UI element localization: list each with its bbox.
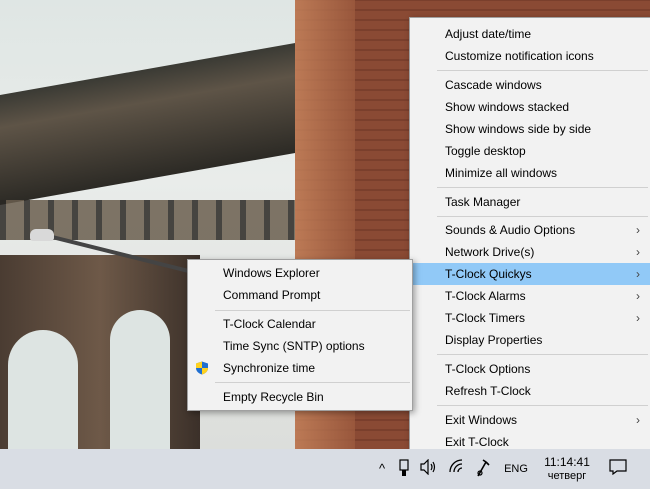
submenu-arrow-icon: › <box>636 289 640 303</box>
menu-item-label: Show windows side by side <box>445 122 592 136</box>
menu-separator <box>437 70 648 71</box>
notification-icon[interactable] <box>607 459 629 479</box>
menu-item-label: Exit Windows <box>445 413 518 427</box>
language-indicator[interactable]: ENG <box>502 459 530 479</box>
menu-item-label: Sounds & Audio Options <box>445 223 576 237</box>
menu-separator <box>437 216 648 217</box>
menu-item-t-clock-options[interactable]: T-Clock Options <box>410 358 650 380</box>
menu-item-toggle-desktop[interactable]: Toggle desktop <box>410 140 650 162</box>
submenu-item-windows-explorer[interactable]: Windows Explorer <box>188 262 412 284</box>
menu-item-t-clock-quickys[interactable]: T-Clock Quickys › <box>410 263 650 285</box>
menu-item-label: T-Clock Alarms <box>445 289 526 303</box>
taskbar: ^ ENG 11:14:41 четверг <box>0 449 650 489</box>
t-clock-quickys-submenu: Windows Explorer Command Prompt T-Clock … <box>187 259 413 411</box>
menu-item-exit-windows[interactable]: Exit Windows › <box>410 409 650 431</box>
submenu-arrow-icon: › <box>636 267 640 281</box>
menu-item-label: Refresh T-Clock <box>445 384 531 398</box>
menu-separator <box>437 354 648 355</box>
menu-item-label: Time Sync (SNTP) options <box>223 339 365 353</box>
menu-item-label: T-Clock Quickys <box>445 267 532 281</box>
menu-item-label: Synchronize time <box>223 361 316 375</box>
menu-item-t-clock-alarms[interactable]: T-Clock Alarms › <box>410 285 650 307</box>
usb-icon[interactable] <box>397 459 411 479</box>
menu-item-label: Exit T-Clock <box>445 435 509 449</box>
tclock-context-menu: Adjust date/time Customize notification … <box>409 17 650 451</box>
menu-item-network-drives[interactable]: Network Drive(s) › <box>410 241 650 263</box>
menu-item-display-properties[interactable]: Display Properties <box>410 329 650 351</box>
menu-item-customize-notification-icons[interactable]: Customize notification icons <box>410 45 650 67</box>
menu-item-label: Network Drive(s) <box>445 245 535 259</box>
submenu-item-t-clock-calendar[interactable]: T-Clock Calendar <box>188 313 412 335</box>
clock-time[interactable]: 11:14:41 <box>538 455 596 469</box>
menu-separator <box>215 382 410 383</box>
menu-item-t-clock-timers[interactable]: T-Clock Timers › <box>410 307 650 329</box>
menu-item-label: Cascade windows <box>445 78 542 92</box>
menu-separator <box>437 405 648 406</box>
t-clock-icon[interactable] <box>474 459 492 479</box>
menu-item-label: Minimize all windows <box>445 166 558 180</box>
wifi-icon[interactable] <box>448 459 464 479</box>
shield-icon <box>196 361 208 375</box>
submenu-item-time-sync-options[interactable]: Time Sync (SNTP) options <box>188 335 412 357</box>
wallpaper-arch <box>8 330 78 449</box>
menu-item-label: Task Manager <box>445 195 521 209</box>
submenu-item-empty-recycle-bin[interactable]: Empty Recycle Bin <box>188 386 412 408</box>
menu-item-label: Customize notification icons <box>445 49 594 63</box>
menu-item-cascade-windows[interactable]: Cascade windows <box>410 74 650 96</box>
menu-item-sounds-audio-options[interactable]: Sounds & Audio Options › <box>410 219 650 241</box>
menu-item-label: Display Properties <box>445 333 543 347</box>
menu-item-label: T-Clock Timers <box>445 311 526 325</box>
volume-icon[interactable] <box>420 458 438 479</box>
menu-item-label: Toggle desktop <box>445 144 526 158</box>
menu-separator <box>437 187 648 188</box>
submenu-arrow-icon: › <box>636 413 640 427</box>
submenu-arrow-icon: › <box>636 311 640 325</box>
wallpaper-street-lamp-icon <box>30 229 54 241</box>
chevron-up-icon[interactable]: ^ <box>374 459 390 479</box>
menu-item-label: Adjust date/time <box>445 27 532 41</box>
submenu-item-command-prompt[interactable]: Command Prompt <box>188 284 412 306</box>
menu-item-label: Windows Explorer <box>223 266 320 280</box>
submenu-arrow-icon: › <box>636 223 640 237</box>
menu-item-minimize-all-windows[interactable]: Minimize all windows <box>410 162 650 184</box>
menu-item-adjust-date-time[interactable]: Adjust date/time <box>410 23 650 45</box>
wallpaper-arch <box>110 310 170 449</box>
menu-item-label: T-Clock Options <box>445 362 531 376</box>
menu-item-label: Show windows stacked <box>445 100 570 114</box>
menu-item-refresh-t-clock[interactable]: Refresh T-Clock <box>410 380 650 402</box>
menu-item-show-windows-side-by-side[interactable]: Show windows side by side <box>410 118 650 140</box>
menu-separator <box>215 310 410 311</box>
submenu-arrow-icon: › <box>636 245 640 259</box>
menu-item-show-windows-stacked[interactable]: Show windows stacked <box>410 96 650 118</box>
clock-day[interactable]: четверг <box>538 469 596 483</box>
submenu-item-synchronize-time[interactable]: Synchronize time <box>188 357 412 379</box>
menu-item-task-manager[interactable]: Task Manager <box>410 191 650 213</box>
menu-item-label: Command Prompt <box>223 288 321 302</box>
menu-item-label: Empty Recycle Bin <box>223 390 324 404</box>
menu-item-label: T-Clock Calendar <box>223 317 316 331</box>
